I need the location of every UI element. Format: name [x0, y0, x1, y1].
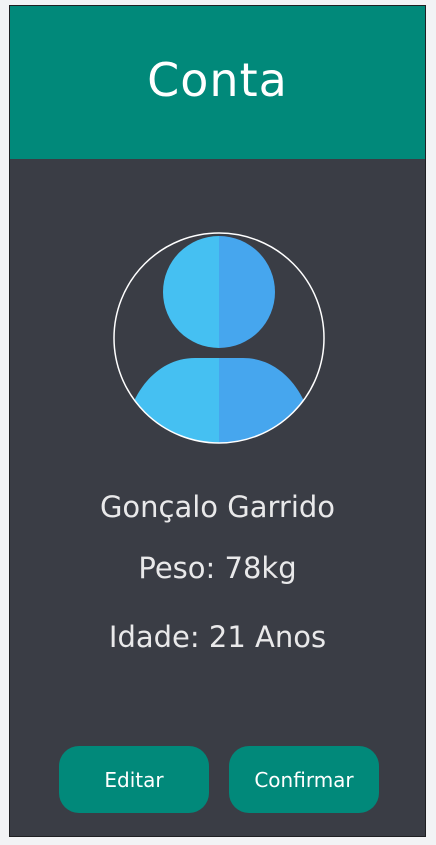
page-title: Conta [147, 52, 288, 107]
user-age: Idade: 21 Anos [108, 620, 327, 654]
edit-button[interactable]: Editar [59, 746, 209, 813]
account-screen: Conta Gonçalo Garrido Peso: 78kg Idade: … [9, 5, 426, 837]
user-avatar-icon [113, 232, 325, 444]
user-name: Gonçalo Garrido [99, 490, 336, 524]
confirm-button[interactable]: Confirmar [229, 746, 379, 813]
user-weight: Peso: 78kg [138, 551, 297, 585]
header-bar: Conta [10, 6, 425, 159]
